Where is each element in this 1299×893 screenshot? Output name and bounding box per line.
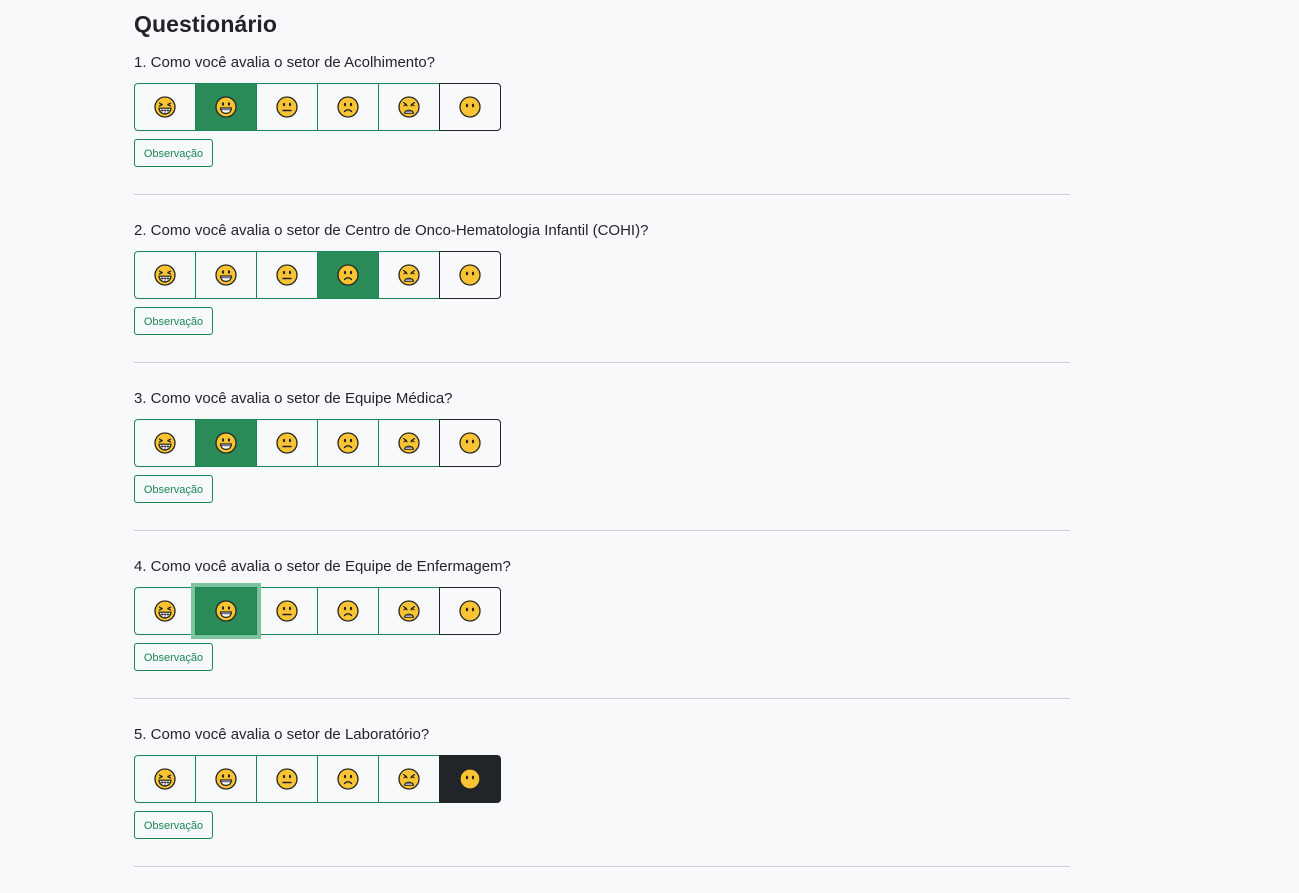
- question-item: 3. Como você avalia o setor de Equipe Mé…: [134, 389, 1070, 557]
- rating-button-very-happy[interactable]: [134, 419, 196, 467]
- face-without-mouth-icon: [459, 432, 481, 454]
- question-item: 4. Como você avalia o setor de Equipe de…: [134, 557, 1070, 725]
- face-without-mouth-icon: [459, 600, 481, 622]
- question-item: 2. Como você avalia o setor de Centro de…: [134, 221, 1070, 389]
- grinning-face-icon: [215, 432, 237, 454]
- question-text: 4. Como você avalia o setor de Equipe de…: [134, 558, 511, 575]
- neutral-face-icon: [276, 768, 298, 790]
- face-without-mouth-icon: [459, 768, 481, 790]
- observation-button[interactable]: Observação: [134, 643, 213, 671]
- rating-button-happy[interactable]: [195, 419, 257, 467]
- face-without-mouth-icon: [459, 96, 481, 118]
- divider: [134, 194, 1070, 195]
- rating-button-sad[interactable]: [317, 755, 379, 803]
- rating-button-very-sad[interactable]: [378, 419, 440, 467]
- slightly-frowning-face-icon: [337, 264, 359, 286]
- neutral-face-icon: [276, 96, 298, 118]
- rating-button-group: [134, 419, 501, 467]
- rating-button-group: [134, 251, 501, 299]
- grinning-squinting-face-icon: [154, 600, 176, 622]
- rating-button-neutral[interactable]: [256, 755, 318, 803]
- rating-button-neutral[interactable]: [256, 587, 318, 635]
- rating-button-very-sad[interactable]: [378, 755, 440, 803]
- slightly-frowning-face-icon: [337, 432, 359, 454]
- rating-button-group: [134, 587, 501, 635]
- grinning-squinting-face-icon: [154, 768, 176, 790]
- rating-button-no-opinion[interactable]: [439, 251, 501, 299]
- rating-button-group: [134, 755, 501, 803]
- rating-button-no-opinion[interactable]: [439, 83, 501, 131]
- rating-button-neutral[interactable]: [256, 419, 318, 467]
- rating-button-sad[interactable]: [317, 83, 379, 131]
- divider: [134, 866, 1070, 867]
- neutral-face-icon: [276, 432, 298, 454]
- question-text: 5. Como você avalia o setor de Laboratór…: [134, 726, 430, 743]
- grinning-face-icon: [215, 264, 237, 286]
- rating-button-very-happy[interactable]: [134, 587, 196, 635]
- grinning-face-icon: [215, 600, 237, 622]
- divider: [134, 362, 1070, 363]
- rating-button-very-happy[interactable]: [134, 251, 196, 299]
- weary-face-icon: [398, 264, 420, 286]
- rating-button-no-opinion[interactable]: [439, 587, 501, 635]
- weary-face-icon: [398, 96, 420, 118]
- rating-button-happy[interactable]: [195, 755, 257, 803]
- question-item: 5. Como você avalia o setor de Laboratór…: [134, 725, 1070, 893]
- observation-button[interactable]: Observação: [134, 475, 213, 503]
- rating-button-no-opinion[interactable]: [439, 419, 501, 467]
- slightly-frowning-face-icon: [337, 768, 359, 790]
- questionnaire: Questionário 1. Como você avalia o setor…: [134, 0, 1070, 893]
- divider: [134, 530, 1070, 531]
- rating-button-neutral[interactable]: [256, 251, 318, 299]
- weary-face-icon: [398, 768, 420, 790]
- question-text: 3. Como você avalia o setor de Equipe Mé…: [134, 390, 453, 407]
- divider: [134, 698, 1070, 699]
- observation-button[interactable]: Observação: [134, 307, 213, 335]
- question-list: 1. Como você avalia o setor de Acolhimen…: [134, 53, 1070, 893]
- observation-button[interactable]: Observação: [134, 139, 213, 167]
- rating-button-happy[interactable]: [195, 83, 257, 131]
- rating-button-very-happy[interactable]: [134, 755, 196, 803]
- grinning-face-icon: [215, 768, 237, 790]
- grinning-squinting-face-icon: [154, 432, 176, 454]
- face-without-mouth-icon: [459, 264, 481, 286]
- rating-button-sad[interactable]: [317, 419, 379, 467]
- question-text: 2. Como você avalia o setor de Centro de…: [134, 222, 649, 239]
- question-item: 1. Como você avalia o setor de Acolhimen…: [134, 53, 1070, 221]
- question-text: 1. Como você avalia o setor de Acolhimen…: [134, 54, 436, 71]
- rating-button-happy[interactable]: [195, 251, 257, 299]
- rating-button-group: [134, 83, 501, 131]
- neutral-face-icon: [276, 264, 298, 286]
- rating-button-sad[interactable]: [317, 251, 379, 299]
- rating-button-neutral[interactable]: [256, 83, 318, 131]
- weary-face-icon: [398, 600, 420, 622]
- grinning-face-icon: [215, 96, 237, 118]
- slightly-frowning-face-icon: [337, 96, 359, 118]
- rating-button-very-sad[interactable]: [378, 587, 440, 635]
- rating-button-sad[interactable]: [317, 587, 379, 635]
- rating-button-very-sad[interactable]: [378, 83, 440, 131]
- slightly-frowning-face-icon: [337, 600, 359, 622]
- rating-button-very-sad[interactable]: [378, 251, 440, 299]
- observation-button[interactable]: Observação: [134, 811, 213, 839]
- rating-button-very-happy[interactable]: [134, 83, 196, 131]
- weary-face-icon: [398, 432, 420, 454]
- neutral-face-icon: [276, 600, 298, 622]
- rating-button-happy[interactable]: [195, 587, 257, 635]
- grinning-squinting-face-icon: [154, 96, 176, 118]
- rating-button-no-opinion[interactable]: [439, 755, 501, 803]
- grinning-squinting-face-icon: [154, 264, 176, 286]
- page-title: Questionário: [134, 11, 278, 37]
